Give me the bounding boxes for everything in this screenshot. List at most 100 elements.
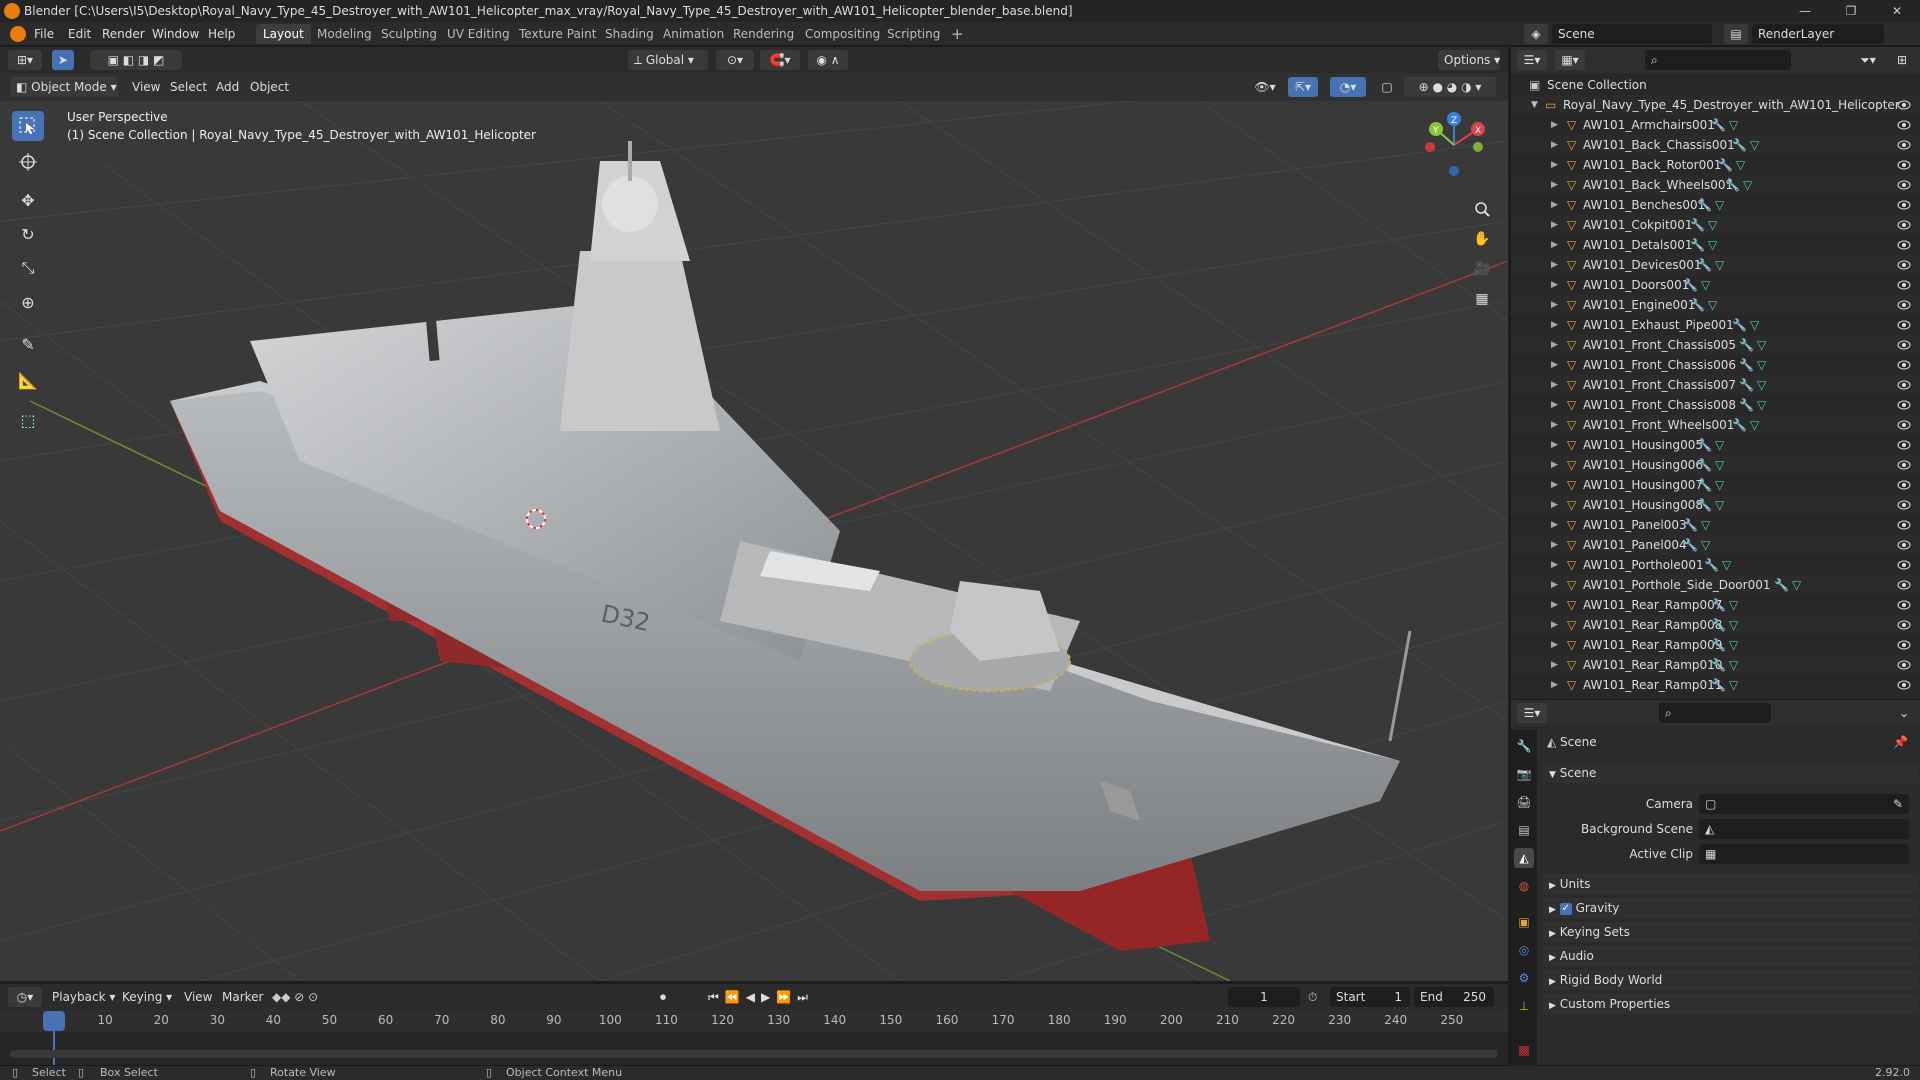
mesh-data-icon[interactable]: ▽ xyxy=(1743,175,1752,195)
pivot-point-icon[interactable]: ⊙▾ xyxy=(716,50,754,70)
modifier-wrench-icon[interactable]: 🔧 xyxy=(1739,395,1754,415)
expand-arrow-icon[interactable]: ▶ xyxy=(1551,375,1558,395)
object-mode-dropdown[interactable]: ◧ Object Mode ▾ xyxy=(10,77,118,97)
expand-arrow-icon[interactable]: ▶ xyxy=(1551,475,1558,495)
move-tool-icon[interactable]: ✥ xyxy=(12,185,44,215)
constraints-tab-icon[interactable]: ⚙ xyxy=(1514,968,1534,988)
mesh-data-icon[interactable]: ▽ xyxy=(1729,655,1738,675)
playback-controls-icons[interactable]: ⏮⏪◀▶⏩⏭ xyxy=(708,987,814,1007)
new-collection-icon[interactable]: ⊞ xyxy=(1891,50,1913,70)
playhead[interactable] xyxy=(43,1011,65,1031)
camera-view-icon[interactable]: 🎥 xyxy=(1470,257,1494,281)
eye-icon[interactable] xyxy=(1897,618,1911,632)
physics-tab-icon[interactable]: ◎ xyxy=(1514,940,1534,960)
options-dropdown[interactable]: Options ▾ xyxy=(1438,50,1500,70)
transform-tool-icon[interactable]: ⊕ xyxy=(12,287,44,317)
menu-edit[interactable]: Edit xyxy=(68,26,91,42)
tab-uv-editing[interactable]: UV Editing xyxy=(440,24,517,44)
modifier-wrench-icon[interactable]: 🔧 xyxy=(1711,115,1726,135)
expand-arrow-icon[interactable]: ▶ xyxy=(1551,675,1558,695)
expand-arrow-icon[interactable]: ▶ xyxy=(1551,395,1558,415)
navigation-gizmo[interactable]: Z X Y xyxy=(1420,109,1492,181)
zoom-icon[interactable] xyxy=(1470,197,1494,221)
end-frame-field[interactable]: End 250 xyxy=(1414,987,1494,1007)
eye-icon[interactable] xyxy=(1897,598,1911,612)
modifier-wrench-icon[interactable]: 🔧 xyxy=(1711,635,1726,655)
outliner-item[interactable]: ▶ ▽ AW101_Back_Rotor001 🔧 ▽ xyxy=(1511,155,1920,175)
outliner-item[interactable]: ▶ ▽ AW101_Housing007 🔧 ▽ xyxy=(1511,475,1920,495)
tab-compositing[interactable]: Compositing xyxy=(798,24,887,44)
select-box-tool-icon[interactable] xyxy=(12,111,44,141)
keyframe-icons[interactable]: ◆◆ ⊘ ⊙ xyxy=(272,987,318,1007)
close-icon[interactable]: ✕ xyxy=(1874,0,1920,22)
mesh-data-icon[interactable]: ▽ xyxy=(1701,515,1710,535)
modifier-wrench-icon[interactable]: 🔧 xyxy=(1683,535,1698,555)
modifier-wrench-icon[interactable]: 🔧 xyxy=(1732,135,1747,155)
perspective-toggle-icon[interactable]: ▦ xyxy=(1470,287,1494,311)
outliner-item[interactable]: ▶ ▽ AW101_Housing006 🔧 ▽ xyxy=(1511,455,1920,475)
object-tab-icon[interactable]: ▣ xyxy=(1514,912,1534,932)
eye-icon[interactable] xyxy=(1897,658,1911,672)
expand-arrow-icon[interactable]: ▶ xyxy=(1551,295,1558,315)
outliner-item[interactable]: ▶ ▽ AW101_Porthole001 🔧 ▽ xyxy=(1511,555,1920,575)
eye-icon[interactable] xyxy=(1897,238,1911,252)
eye-icon[interactable] xyxy=(1897,678,1911,692)
mesh-data-icon[interactable]: ▽ xyxy=(1708,215,1717,235)
outliner-item[interactable]: ▶ ▽ AW101_Engine001 🔧 ▽ xyxy=(1511,295,1920,315)
annotate-tool-icon[interactable]: ✎ xyxy=(12,329,44,359)
menu-help[interactable]: Help xyxy=(208,26,235,42)
render-tab-icon[interactable]: 📷 xyxy=(1514,764,1534,784)
menu-object[interactable]: Object xyxy=(250,77,289,97)
modifier-wrench-icon[interactable]: 🔧 xyxy=(1697,195,1712,215)
outliner-item[interactable]: ▶ ▽ AW101_Devices001 🔧 ▽ xyxy=(1511,255,1920,275)
modifier-wrench-icon[interactable]: 🔧 xyxy=(1697,475,1712,495)
units-panel-header[interactable]: ▶ Units xyxy=(1543,874,1919,894)
modifier-wrench-icon[interactable]: 🔧 xyxy=(1774,575,1789,595)
expand-arrow-icon[interactable]: ▶ xyxy=(1551,175,1558,195)
active-clip-field[interactable]: ▦ xyxy=(1699,844,1909,864)
gravity-panel-header[interactable]: ▶ ✓ Gravity xyxy=(1543,898,1919,918)
proportional-edit-icon[interactable]: ◉ ∧ xyxy=(808,50,848,70)
keying-sets-panel-header[interactable]: ▶ Keying Sets xyxy=(1543,922,1919,942)
timeline-editor-type-icon[interactable]: ◷▾ xyxy=(8,987,42,1007)
outliner-item[interactable]: ▶ ▽ AW101_Exhaust_Pipe001 🔧 ▽ xyxy=(1511,315,1920,335)
eye-icon[interactable] xyxy=(1897,638,1911,652)
expand-arrow-icon[interactable]: ▶ xyxy=(1551,275,1558,295)
expand-arrow-icon[interactable]: ▶ xyxy=(1551,435,1558,455)
modifier-wrench-icon[interactable]: 🔧 xyxy=(1711,615,1726,635)
modifier-wrench-icon[interactable]: 🔧 xyxy=(1739,355,1754,375)
eye-icon[interactable] xyxy=(1897,158,1911,172)
audio-panel-header[interactable]: ▶ Audio xyxy=(1543,946,1919,966)
mesh-data-icon[interactable]: ▽ xyxy=(1708,235,1717,255)
properties-options-icon[interactable]: ⌄ xyxy=(1893,703,1915,723)
outliner-item[interactable]: ▶ ▽ AW101_Panel003 🔧 ▽ xyxy=(1511,515,1920,535)
outliner-item[interactable]: ▶ ▽ AW101_Housing008 🔧 ▽ xyxy=(1511,495,1920,515)
3d-viewport[interactable]: D32 User Perspective (1) Scene Collectio… xyxy=(0,101,1508,981)
eye-icon[interactable] xyxy=(1897,258,1911,272)
expand-arrow-icon[interactable]: ▶ xyxy=(1551,215,1558,235)
modifier-wrench-icon[interactable]: 🔧 xyxy=(1683,275,1698,295)
modifier-wrench-icon[interactable]: 🔧 xyxy=(1683,515,1698,535)
start-frame-field[interactable]: Start 1 xyxy=(1330,987,1410,1007)
mesh-data-icon[interactable]: ▽ xyxy=(1715,475,1724,495)
outliner-item[interactable]: ▶ ▽ AW101_Back_Wheels001 🔧 ▽ xyxy=(1511,175,1920,195)
editor-type-icon[interactable]: ⊞▾ xyxy=(8,50,42,70)
eye-icon[interactable] xyxy=(1897,98,1911,112)
expand-arrow-icon[interactable]: ▶ xyxy=(1551,195,1558,215)
overlay-toggle-icon[interactable]: ◔▾ xyxy=(1330,77,1366,97)
mesh-data-icon[interactable]: ▽ xyxy=(1701,275,1710,295)
eye-icon[interactable] xyxy=(1897,378,1911,392)
scene-collection-row[interactable]: ▣ Scene Collection xyxy=(1511,75,1920,95)
outliner-editor-type-icon[interactable]: ☰▾ xyxy=(1517,50,1547,70)
outliner-item[interactable]: ▶ ▽ AW101_Doors001 🔧 ▽ xyxy=(1511,275,1920,295)
tab-layout[interactable]: Layout xyxy=(256,24,311,44)
outliner-item[interactable]: ▶ ▽ AW101_Porthole_Side_Door001 🔧 ▽ xyxy=(1511,575,1920,595)
modifier-wrench-icon[interactable]: 🔧 xyxy=(1711,655,1726,675)
eye-icon[interactable] xyxy=(1897,498,1911,512)
modifier-wrench-icon[interactable]: 🔧 xyxy=(1732,315,1747,335)
mesh-data-icon[interactable]: ▽ xyxy=(1715,495,1724,515)
xray-icon[interactable]: ▢ xyxy=(1378,77,1396,97)
preview-range-icon[interactable]: ⏱ xyxy=(1308,987,1317,1007)
selection-mode-icons[interactable]: ▣ ◧ ◨ ◩ xyxy=(90,50,182,70)
mesh-data-icon[interactable]: ▽ xyxy=(1736,155,1745,175)
